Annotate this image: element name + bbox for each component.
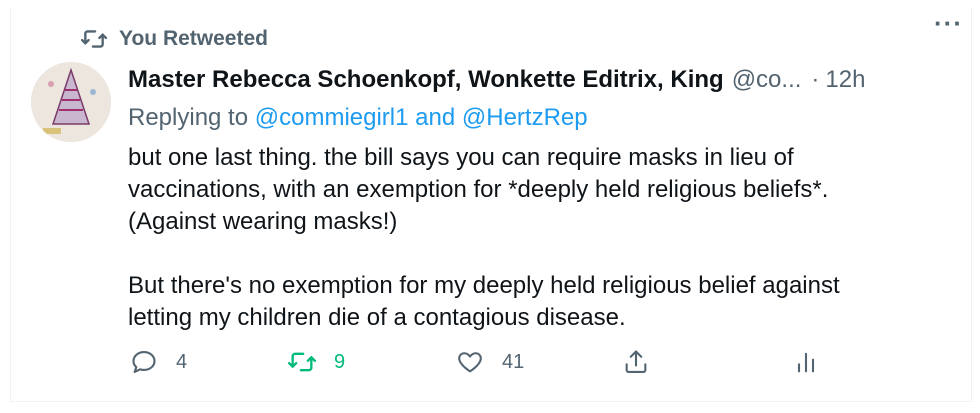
tweet-paragraph-1: but one last thing. the bill says you ca…	[128, 142, 948, 238]
tweet-paragraph-2: But there's no exemption for my deeply h…	[128, 270, 948, 334]
tweet-card[interactable]: You Retweeted Master Rebecca Schoenkopf,…	[10, 8, 972, 402]
replying-to: Replying to @commiegirl1 and @HertzRep	[128, 104, 588, 132]
reply-button[interactable]: 4	[130, 348, 187, 376]
tweet-line: vaccinations, with an exemption for *dee…	[128, 176, 829, 203]
tweet-line: letting my children die of a contagious …	[128, 304, 626, 331]
analytics-icon	[797, 352, 815, 373]
heart-icon	[458, 352, 482, 373]
retweet-count: 9	[334, 350, 346, 373]
tweet-line: (Against wearing masks!)	[128, 208, 398, 235]
author-handle[interactable]: @co...	[732, 66, 802, 94]
social-context-label: You Retweeted	[119, 27, 268, 50]
tweet-actions: 4 9 41	[128, 348, 828, 388]
analytics-button[interactable]	[792, 348, 820, 376]
social-context: You Retweeted	[81, 26, 268, 52]
tweet-text: but one last thing. the bill says you ca…	[128, 142, 948, 334]
tweet-timestamp[interactable]: 12h	[825, 66, 865, 94]
reply-count: 4	[176, 350, 188, 373]
avatar[interactable]	[31, 62, 111, 142]
tweet-line: but one last thing. the bill says you ca…	[128, 144, 794, 171]
like-count: 41	[502, 350, 525, 373]
like-button[interactable]: 41	[456, 348, 524, 376]
author-name[interactable]: Master Rebecca Schoenkopf, Wonkette Edit…	[128, 66, 724, 94]
more-options-button[interactable]: ···	[934, 8, 963, 39]
retweet-button[interactable]: 9	[288, 348, 345, 376]
replying-to-label: Replying to	[128, 104, 249, 131]
mention-link-1[interactable]: @commiegirl1	[255, 104, 409, 131]
reply-icon	[132, 351, 156, 373]
mention-link-2[interactable]: @HertzRep	[462, 104, 588, 131]
share-icon	[625, 350, 647, 373]
retweet-icon	[288, 352, 316, 372]
tweet-line: But there's no exemption for my deeply h…	[128, 272, 840, 299]
mention-conjunction: and	[415, 104, 456, 131]
separator-dot: ·	[811, 66, 820, 93]
share-button[interactable]	[622, 348, 650, 376]
tweet-header: Master Rebecca Schoenkopf, Wonkette Edit…	[128, 66, 968, 94]
retweet-icon	[81, 30, 107, 48]
avatar-image	[31, 62, 111, 142]
